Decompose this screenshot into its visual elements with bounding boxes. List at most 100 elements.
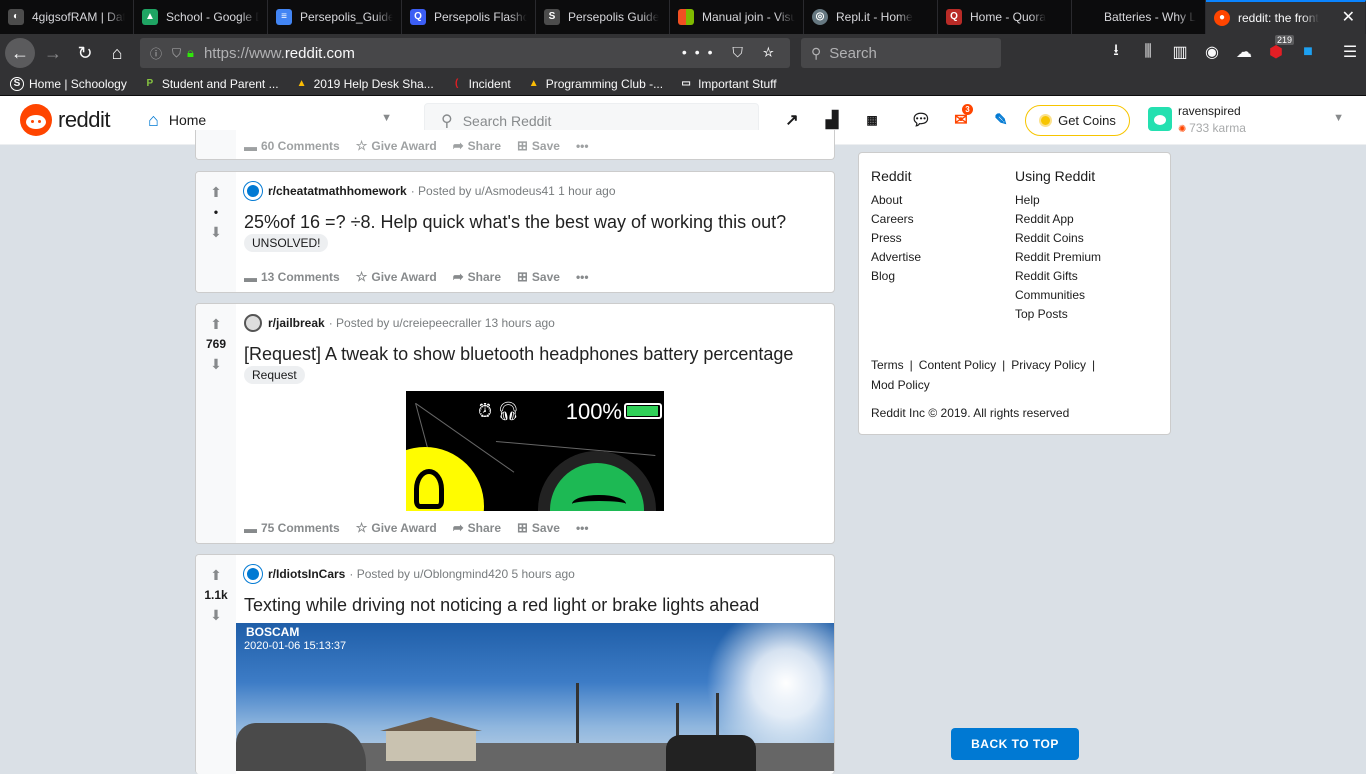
share-button[interactable]: ➦ Share: [453, 138, 501, 154]
vote-score: •: [213, 205, 219, 219]
footer-link-reddit-app[interactable]: Reddit App: [1015, 212, 1101, 226]
post-card[interactable]: ▬ 60 Comments ☆ Give Award ➦ Share ⊞ Save ••…: [195, 130, 835, 160]
post-title[interactable]: [Request] A tweak to show bluetooth head…: [244, 344, 793, 365]
user-dropdown[interactable]: ravenspired 733 karma ▼: [1146, 103, 1356, 137]
popular-trending-icon[interactable]: ↗: [780, 108, 804, 132]
apple-icon: [1080, 9, 1096, 25]
browser-tab[interactable]: Q Persepolis Flashc: [402, 0, 536, 34]
more-options-icon[interactable]: •••: [576, 269, 589, 285]
browser-tab[interactable]: Manual join - Visu: [670, 0, 804, 34]
give-award-button[interactable]: ☆ Give Award: [356, 520, 437, 536]
comments-button[interactable]: ▬ 75 Comments: [244, 520, 340, 536]
extension-icon[interactable]: ☁: [1233, 40, 1255, 64]
post-card[interactable]: ⬆ 1.1k ⬇ r/IdiotsInCars · Posted by u/Ob…: [195, 554, 835, 774]
browser-tab[interactable]: Q Home - Quora: [938, 0, 1072, 34]
post-video[interactable]: BOSCAM 2020-01-06 15:13:37: [236, 623, 834, 771]
footer-link-privacy-policy[interactable]: Privacy Policy: [1011, 358, 1086, 372]
more-options-icon[interactable]: •••: [576, 138, 589, 154]
post-card[interactable]: ⬆ • ⬇ r/cheatatmathhomework · Posted by …: [195, 171, 835, 293]
footer-link-reddit-gifts[interactable]: Reddit Gifts: [1015, 269, 1101, 283]
browser-tab[interactable]: ◎ Repl.it - Home: [804, 0, 938, 34]
post-title[interactable]: Texting while driving not noticing a red…: [244, 595, 759, 616]
library-icon[interactable]: ⫼: [1137, 40, 1159, 64]
footer-link-careers[interactable]: Careers: [871, 212, 921, 226]
browser-tab[interactable]: S Persepolis Guide: [536, 0, 670, 34]
downloads-icon[interactable]: ⭳: [1105, 40, 1127, 64]
microsoft-icon: [678, 9, 694, 25]
browser-tab[interactable]: Batteries - Why L: [1072, 0, 1206, 34]
post-card[interactable]: ⬆ 769 ⬇ r/jailbreak · Posted by u/creiep…: [195, 303, 835, 544]
url-bar[interactable]: ⓘ ⛉ 🔒︎ https://www.reddit.com ••• ⛉ ☆: [140, 38, 790, 68]
bookmark-folder[interactable]: ▭ Important Stuff: [679, 77, 776, 91]
save-button[interactable]: ⊞ Save: [517, 138, 560, 154]
footer-link-reddit-premium[interactable]: Reddit Premium: [1015, 250, 1101, 264]
footer-link-press[interactable]: Press: [871, 231, 921, 245]
post-image[interactable]: ⏰︎ 🎧︎ 100%: [406, 391, 664, 511]
chat-icon[interactable]: 💬︎: [909, 108, 933, 132]
forward-button[interactable]: →: [37, 37, 69, 69]
post-flair[interactable]: UNSOLVED!: [244, 234, 329, 252]
subreddit-link[interactable]: r/jailbreak: [268, 316, 325, 330]
info-icon[interactable]: ⓘ: [150, 45, 162, 62]
reddit-logo[interactable]: reddit: [20, 104, 111, 136]
footer-link-terms[interactable]: Terms: [871, 358, 904, 372]
extension-icon[interactable]: ■: [1297, 40, 1319, 64]
browser-search-input[interactable]: ⚲ Search: [801, 38, 1001, 68]
footer-link-top-posts[interactable]: Top Posts: [1015, 307, 1101, 321]
subreddit-link[interactable]: r/IdiotsInCars: [268, 567, 345, 581]
save-button[interactable]: ⊞ Save: [517, 520, 560, 536]
downvote-icon[interactable]: ⬇: [209, 607, 223, 624]
adblock-icon[interactable]: ⬢ 219: [1265, 35, 1295, 64]
bookmark-item[interactable]: P Student and Parent ...: [143, 77, 279, 91]
browser-tab[interactable]: ◐ 4gigsofRAM | Dat: [0, 0, 134, 34]
footer-link-content-policy[interactable]: Content Policy: [919, 358, 996, 372]
reload-button[interactable]: ↻: [69, 37, 101, 69]
upvote-icon[interactable]: ⬆: [209, 184, 223, 201]
bookmark-item[interactable]: S Home | Schoology: [10, 76, 127, 91]
tab-favicon-icon: ◐: [8, 9, 24, 25]
give-award-button[interactable]: ☆ Give Award: [356, 138, 437, 154]
mail-icon[interactable]: ✉ 3: [949, 104, 973, 132]
home-button[interactable]: ⌂: [101, 37, 133, 69]
all-leaderboard-icon[interactable]: ▟: [820, 108, 844, 132]
upvote-icon[interactable]: ⬆: [209, 567, 223, 584]
back-button[interactable]: ←: [5, 38, 35, 68]
footer-link-communities[interactable]: Communities: [1015, 288, 1101, 302]
comments-button[interactable]: ▬ 60 Comments: [244, 138, 340, 154]
create-post-icon[interactable]: ✎: [989, 108, 1013, 132]
bookmark-item[interactable]: ▲ 2019 Help Desk Sha...: [295, 77, 434, 91]
more-options-icon[interactable]: •••: [576, 520, 589, 536]
bookmark-item[interactable]: (Incident: [450, 77, 511, 91]
downvote-icon[interactable]: ⬇: [209, 224, 223, 241]
post-flair[interactable]: Request: [244, 366, 305, 384]
menu-icon[interactable]: ☰: [1339, 40, 1361, 64]
back-to-top-button[interactable]: BACK TO TOP: [951, 728, 1079, 760]
footer-link-help[interactable]: Help: [1015, 193, 1101, 207]
post-title[interactable]: 25%of 16 =? ÷8. Help quick what's the be…: [244, 212, 786, 233]
footer-link-advertise[interactable]: Advertise: [871, 250, 921, 264]
save-icon: ⊞: [517, 269, 528, 284]
tracking-shield-icon[interactable]: ⛉: [172, 46, 181, 61]
share-button[interactable]: ➦ Share: [453, 520, 501, 536]
give-award-button[interactable]: ☆ Give Award: [356, 269, 437, 285]
get-coins-button[interactable]: Get Coins: [1025, 105, 1130, 136]
share-button[interactable]: ➦ Share: [453, 269, 501, 285]
page-actions[interactable]: ••• ⛉ ☆: [682, 44, 782, 61]
qr-code-icon[interactable]: ▦: [860, 108, 884, 132]
upvote-icon[interactable]: ⬆: [209, 316, 223, 333]
browser-tab[interactable]: ▲ School - Google D: [134, 0, 268, 34]
footer-link-reddit-coins[interactable]: Reddit Coins: [1015, 231, 1101, 245]
close-tab-icon[interactable]: ✕: [1342, 10, 1355, 26]
subreddit-link[interactable]: r/cheatatmathhomework: [268, 184, 407, 198]
browser-tab-active[interactable]: ● reddit: the front ✕: [1206, 0, 1366, 34]
sidebar-icon[interactable]: ▥: [1169, 40, 1191, 64]
footer-link-mod-policy[interactable]: Mod Policy: [871, 378, 930, 392]
bookmark-item[interactable]: ▲ Programming Club -...: [527, 77, 663, 91]
account-icon[interactable]: ◉: [1201, 40, 1223, 64]
footer-link-blog[interactable]: Blog: [871, 269, 921, 283]
comments-button[interactable]: ▬ 13 Comments: [244, 269, 340, 285]
browser-tab[interactable]: ≡ Persepolis_Guide: [268, 0, 402, 34]
footer-link-about[interactable]: About: [871, 193, 921, 207]
downvote-icon[interactable]: ⬇: [209, 356, 223, 373]
save-button[interactable]: ⊞ Save: [517, 269, 560, 285]
